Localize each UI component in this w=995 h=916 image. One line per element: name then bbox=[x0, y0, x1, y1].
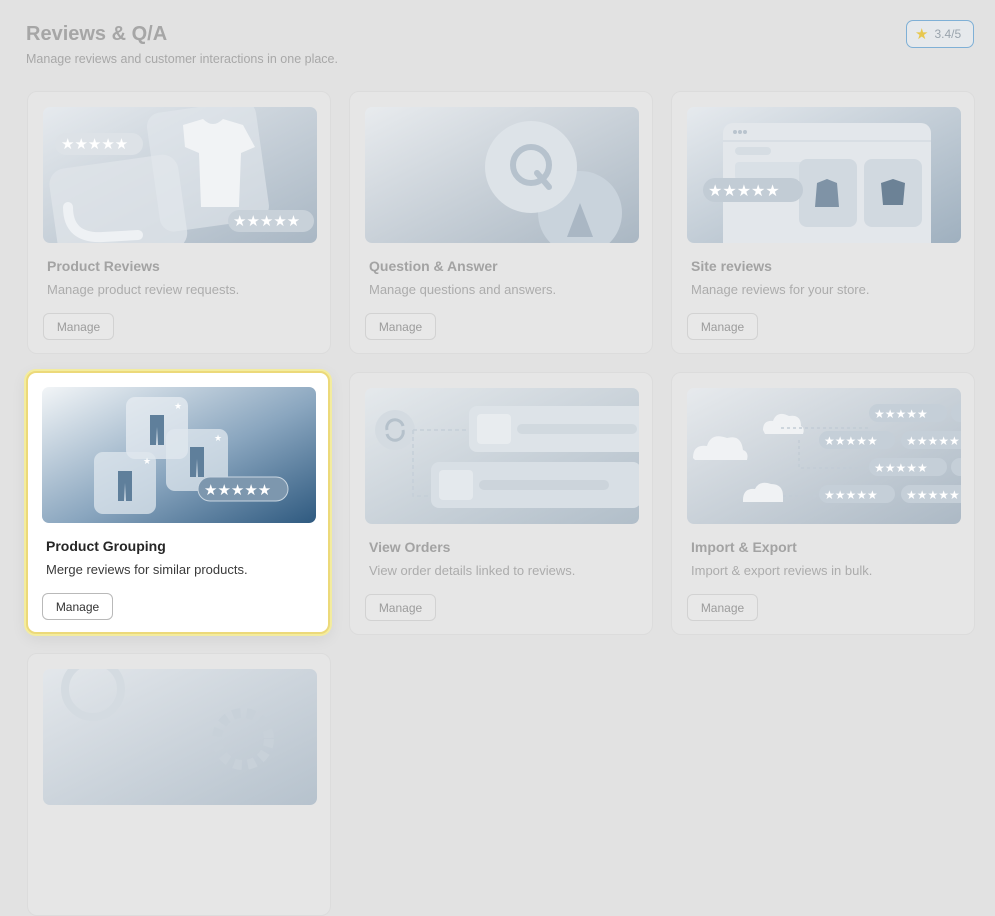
card-site-reviews: ★★★★★ Site reviews Manage reviews for yo… bbox=[671, 91, 975, 354]
card-description: Manage product review requests. bbox=[47, 282, 240, 297]
view-orders-illustration bbox=[365, 388, 639, 524]
svg-text:★★★★★: ★★★★★ bbox=[906, 434, 960, 448]
svg-text:★: ★ bbox=[214, 433, 222, 443]
manage-product-grouping-button[interactable]: Manage bbox=[42, 593, 113, 620]
star-icon: ★ bbox=[915, 25, 929, 43]
svg-text:★★★★★: ★★★★★ bbox=[233, 212, 300, 230]
svg-text:★★★★★: ★★★★★ bbox=[708, 181, 780, 200]
svg-text:★★★★★: ★★★★★ bbox=[906, 488, 960, 502]
manage-import-export-button[interactable]: Manage bbox=[687, 594, 758, 621]
card-description: Import & export reviews in bulk. bbox=[691, 563, 873, 578]
card-settings bbox=[27, 653, 331, 916]
svg-text:★★★★★: ★★★★★ bbox=[61, 135, 128, 153]
card-description: Merge reviews for similar products. bbox=[46, 562, 248, 577]
settings-illustration bbox=[43, 669, 317, 805]
product-grouping-illustration: ★ ★ ★ ★★★★★ bbox=[42, 387, 316, 523]
page-title: Reviews & Q/A bbox=[26, 23, 168, 45]
manage-product-reviews-button[interactable]: Manage bbox=[43, 313, 114, 340]
card-description: View order details linked to reviews. bbox=[369, 563, 576, 578]
svg-text:★★★★★: ★★★★★ bbox=[824, 488, 878, 502]
question-answer-illustration bbox=[365, 107, 639, 243]
import-export-illustration: ★★★★★ ★★★★★ ★★★★★ ★★★★★ ★★★★★ ★★★★★ bbox=[687, 388, 961, 524]
manage-view-orders-button[interactable]: Manage bbox=[365, 594, 436, 621]
svg-text:★: ★ bbox=[174, 401, 182, 411]
svg-text:★: ★ bbox=[143, 456, 151, 466]
site-reviews-illustration: ★★★★★ bbox=[687, 107, 961, 243]
card-product-reviews: ★★★★★ ★★★★★ Product Reviews Manage produ… bbox=[27, 91, 331, 354]
manage-question-answer-button[interactable]: Manage bbox=[365, 313, 436, 340]
page-subtitle: Manage reviews and customer interactions… bbox=[26, 52, 338, 66]
card-view-orders: View Orders View order details linked to… bbox=[349, 372, 653, 635]
manage-site-reviews-button[interactable]: Manage bbox=[687, 313, 758, 340]
card-title: Product Reviews bbox=[47, 258, 160, 274]
svg-text:★★★★★: ★★★★★ bbox=[824, 434, 878, 448]
card-title: Site reviews bbox=[691, 258, 772, 274]
card-title: Question & Answer bbox=[369, 258, 498, 274]
card-title: Product Grouping bbox=[46, 538, 166, 554]
card-description: Manage reviews for your store. bbox=[691, 282, 870, 297]
card-import-export: ★★★★★ ★★★★★ ★★★★★ ★★★★★ ★★★★★ ★★★★★ Impo… bbox=[671, 372, 975, 635]
rating-value: 3.4/5 bbox=[934, 27, 962, 41]
card-description: Manage questions and answers. bbox=[369, 282, 557, 297]
svg-text:★★★★★: ★★★★★ bbox=[204, 481, 271, 499]
page-header: Reviews & Q/A Manage reviews and custome… bbox=[26, 22, 338, 66]
svg-text:★★★★★: ★★★★★ bbox=[874, 461, 928, 475]
svg-text:★★★★★: ★★★★★ bbox=[874, 407, 928, 421]
card-title: Import & Export bbox=[691, 539, 797, 555]
card-title: View Orders bbox=[369, 539, 451, 555]
product-reviews-illustration: ★★★★★ ★★★★★ bbox=[43, 107, 317, 243]
rating-badge[interactable]: ★ 3.4/5 bbox=[906, 20, 974, 48]
card-question-answer: Question & Answer Manage questions and a… bbox=[349, 91, 653, 354]
card-product-grouping: ★ ★ ★ ★★★★★ Product Grouping Merge revie… bbox=[26, 371, 330, 634]
